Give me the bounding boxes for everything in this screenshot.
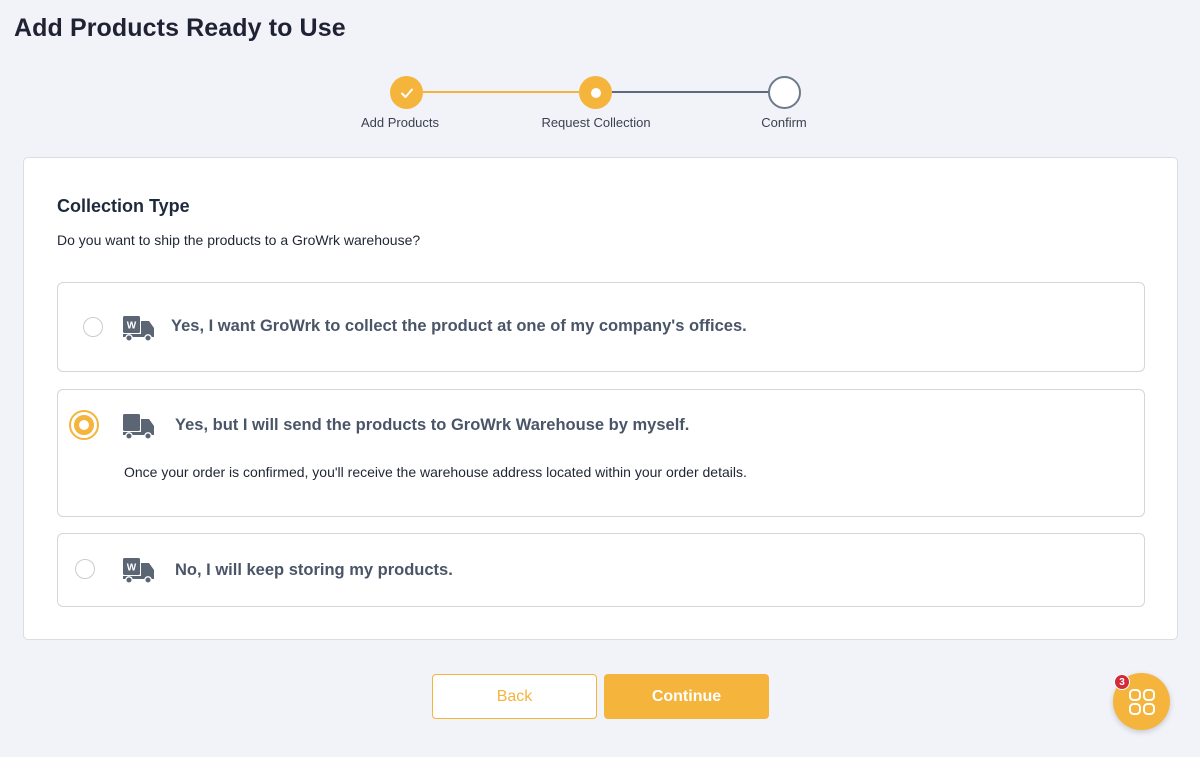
check-icon — [400, 88, 413, 98]
step-connector-completed — [422, 91, 579, 93]
option-detail-text: Once your order is confirmed, you'll rec… — [124, 464, 747, 480]
option-label: Yes, but I will send the products to Gro… — [175, 416, 690, 434]
step-label-add-products: Add Products — [360, 115, 440, 130]
warehouse-truck-icon: W — [123, 558, 154, 584]
option-company-office-pickup[interactable]: W Yes, I want GroWrk to collect the prod… — [57, 282, 1145, 372]
apps-grid-icon — [1128, 688, 1155, 715]
page-title: Add Products Ready to Use — [14, 14, 346, 42]
dot-icon — [590, 87, 601, 98]
step-connector-pending — [612, 91, 769, 93]
radio-button-selected[interactable] — [69, 410, 99, 440]
svg-text:W: W — [127, 321, 137, 332]
step-label-request-collection: Request Collection — [541, 115, 651, 130]
collection-type-card: Collection Type Do you want to ship the … — [23, 157, 1178, 640]
progress-stepper: Add Products Request Collection Confirm — [0, 75, 1200, 135]
radio-button[interactable] — [83, 317, 103, 337]
option-keep-storing[interactable]: W No, I will keep storing my products. — [57, 533, 1145, 607]
warehouse-truck-icon: W — [123, 316, 154, 342]
step-confirm — [768, 76, 801, 109]
radio-inner-dot — [74, 415, 94, 435]
notification-badge: 3 — [1114, 674, 1130, 690]
back-button[interactable]: Back — [432, 674, 597, 719]
radio-button[interactable] — [75, 559, 95, 579]
section-question: Do you want to ship the products to a Gr… — [57, 232, 421, 248]
option-label: No, I will keep storing my products. — [175, 561, 453, 579]
continue-button[interactable]: Continue — [604, 674, 769, 719]
step-add-products — [390, 76, 423, 109]
step-request-collection — [579, 76, 612, 109]
option-self-send-to-warehouse[interactable]: Yes, but I will send the products to Gro… — [57, 389, 1145, 517]
option-label: Yes, I want GroWrk to collect the produc… — [171, 317, 747, 335]
section-title: Collection Type — [57, 196, 190, 216]
step-label-confirm: Confirm — [761, 115, 807, 130]
svg-text:W: W — [127, 563, 137, 574]
warehouse-truck-icon — [123, 414, 154, 440]
